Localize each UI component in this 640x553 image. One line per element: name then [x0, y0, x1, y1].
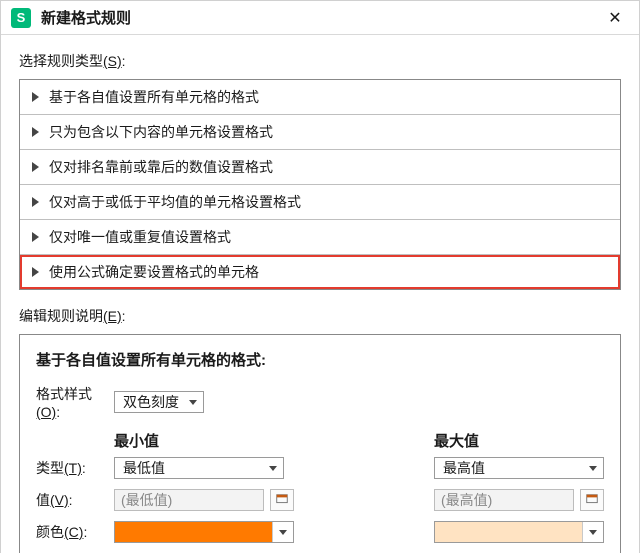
triangle-icon: [32, 162, 39, 172]
triangle-icon: [32, 232, 39, 242]
triangle-icon: [32, 92, 39, 102]
rule-type-item-all-values[interactable]: 基于各自值设置所有单元格的格式: [20, 80, 620, 115]
label-hotkey: (V): [50, 492, 69, 508]
label-hotkey: (E): [103, 308, 122, 324]
new-format-rule-dialog: S 新建格式规则 ✕ 选择规则类型(S): 基于各自值设置所有单元格的格式 只为…: [0, 0, 640, 553]
rule-type-label: 仅对高于或低于平均值的单元格设置格式: [49, 192, 301, 212]
rule-type-label: 仅对排名靠前或靠后的数值设置格式: [49, 157, 273, 177]
value-min-ref-button[interactable]: [270, 489, 294, 511]
color-swatch: [435, 522, 582, 542]
label-text: 类型: [36, 460, 64, 476]
value-label: 值(V):: [36, 490, 114, 510]
rule-type-item-unique-duplicate[interactable]: 仅对唯一值或重复值设置格式: [20, 220, 620, 255]
minmax-headers: 最小值 最大值: [36, 430, 604, 451]
edit-rule-desc-label: 编辑规则说明(E):: [19, 306, 621, 326]
color-label: 颜色(C):: [36, 522, 114, 542]
chevron-down-icon: [269, 466, 277, 471]
rule-type-label: 基于各自值设置所有单元格的格式: [49, 87, 259, 107]
select-value: 双色刻度: [123, 392, 179, 412]
format-style-label: 格式样式(O):: [36, 384, 114, 420]
label-hotkey: (O): [36, 404, 56, 420]
chevron-down-icon: [589, 466, 597, 471]
cell-ref-icon: [275, 493, 289, 507]
dialog-title: 新建格式规则: [41, 7, 601, 28]
triangle-icon: [32, 267, 39, 277]
rule-type-item-top-bottom[interactable]: 仅对排名靠前或靠后的数值设置格式: [20, 150, 620, 185]
label-hotkey: (S): [103, 53, 122, 69]
type-row: 类型(T): 最低值 最高值: [36, 457, 604, 479]
color-min-select[interactable]: [114, 521, 294, 543]
value-max-input[interactable]: (最高值): [434, 489, 574, 511]
dialog-body: 选择规则类型(S): 基于各自值设置所有单元格的格式 只为包含以下内容的单元格设…: [1, 35, 639, 553]
color-max-select[interactable]: [434, 521, 604, 543]
type-max-select[interactable]: 最高值: [434, 457, 604, 479]
type-label: 类型(T):: [36, 458, 114, 478]
label-text: 格式样式: [36, 386, 92, 402]
value-min-input[interactable]: (最低值): [114, 489, 264, 511]
label-hotkey: (T): [64, 460, 82, 476]
select-rule-type-label: 选择规则类型(S):: [19, 51, 621, 71]
label-hotkey: (C): [64, 524, 83, 540]
select-value: 最高值: [443, 458, 485, 478]
triangle-icon: [32, 127, 39, 137]
rule-type-label: 只为包含以下内容的单元格设置格式: [49, 122, 273, 142]
label-text: 选择规则类型: [19, 53, 103, 69]
rule-edit-title: 基于各自值设置所有单元格的格式:: [36, 349, 604, 370]
titlebar: S 新建格式规则 ✕: [1, 1, 639, 35]
format-style-row: 格式样式(O): 双色刻度: [36, 384, 604, 420]
input-placeholder: (最低值): [121, 490, 172, 510]
app-icon: S: [11, 8, 31, 28]
rule-type-label: 使用公式确定要设置格式的单元格: [49, 262, 259, 282]
color-swatch: [115, 522, 272, 542]
value-max-ref-button[interactable]: [580, 489, 604, 511]
value-row: 值(V): (最低值) (最高值): [36, 489, 604, 511]
type-min-select[interactable]: 最低值: [114, 457, 284, 479]
rule-type-item-formula[interactable]: 使用公式确定要设置格式的单元格: [20, 255, 620, 289]
triangle-icon: [32, 197, 39, 207]
select-value: 最低值: [123, 458, 165, 478]
label-text: 编辑规则说明: [19, 308, 103, 324]
format-style-select[interactable]: 双色刻度: [114, 391, 204, 413]
close-button[interactable]: ✕: [601, 8, 629, 28]
label-text: 值: [36, 492, 50, 508]
rule-type-list: 基于各自值设置所有单元格的格式 只为包含以下内容的单元格设置格式 仅对排名靠前或…: [19, 79, 621, 290]
chevron-down-icon: [279, 530, 287, 535]
chevron-down-icon: [589, 530, 597, 535]
rule-type-label: 仅对唯一值或重复值设置格式: [49, 227, 231, 247]
rule-edit-box: 基于各自值设置所有单元格的格式: 格式样式(O): 双色刻度 最小值 最大值 类…: [19, 334, 621, 553]
min-header: 最小值: [114, 430, 314, 451]
chevron-down-icon: [189, 400, 197, 405]
input-placeholder: (最高值): [441, 490, 492, 510]
rule-type-item-contains[interactable]: 只为包含以下内容的单元格设置格式: [20, 115, 620, 150]
color-row: 颜色(C):: [36, 521, 604, 543]
label-text: 颜色: [36, 524, 64, 540]
max-header: 最大值: [434, 430, 604, 451]
cell-ref-icon: [585, 493, 599, 507]
rule-type-item-above-below-avg[interactable]: 仅对高于或低于平均值的单元格设置格式: [20, 185, 620, 220]
